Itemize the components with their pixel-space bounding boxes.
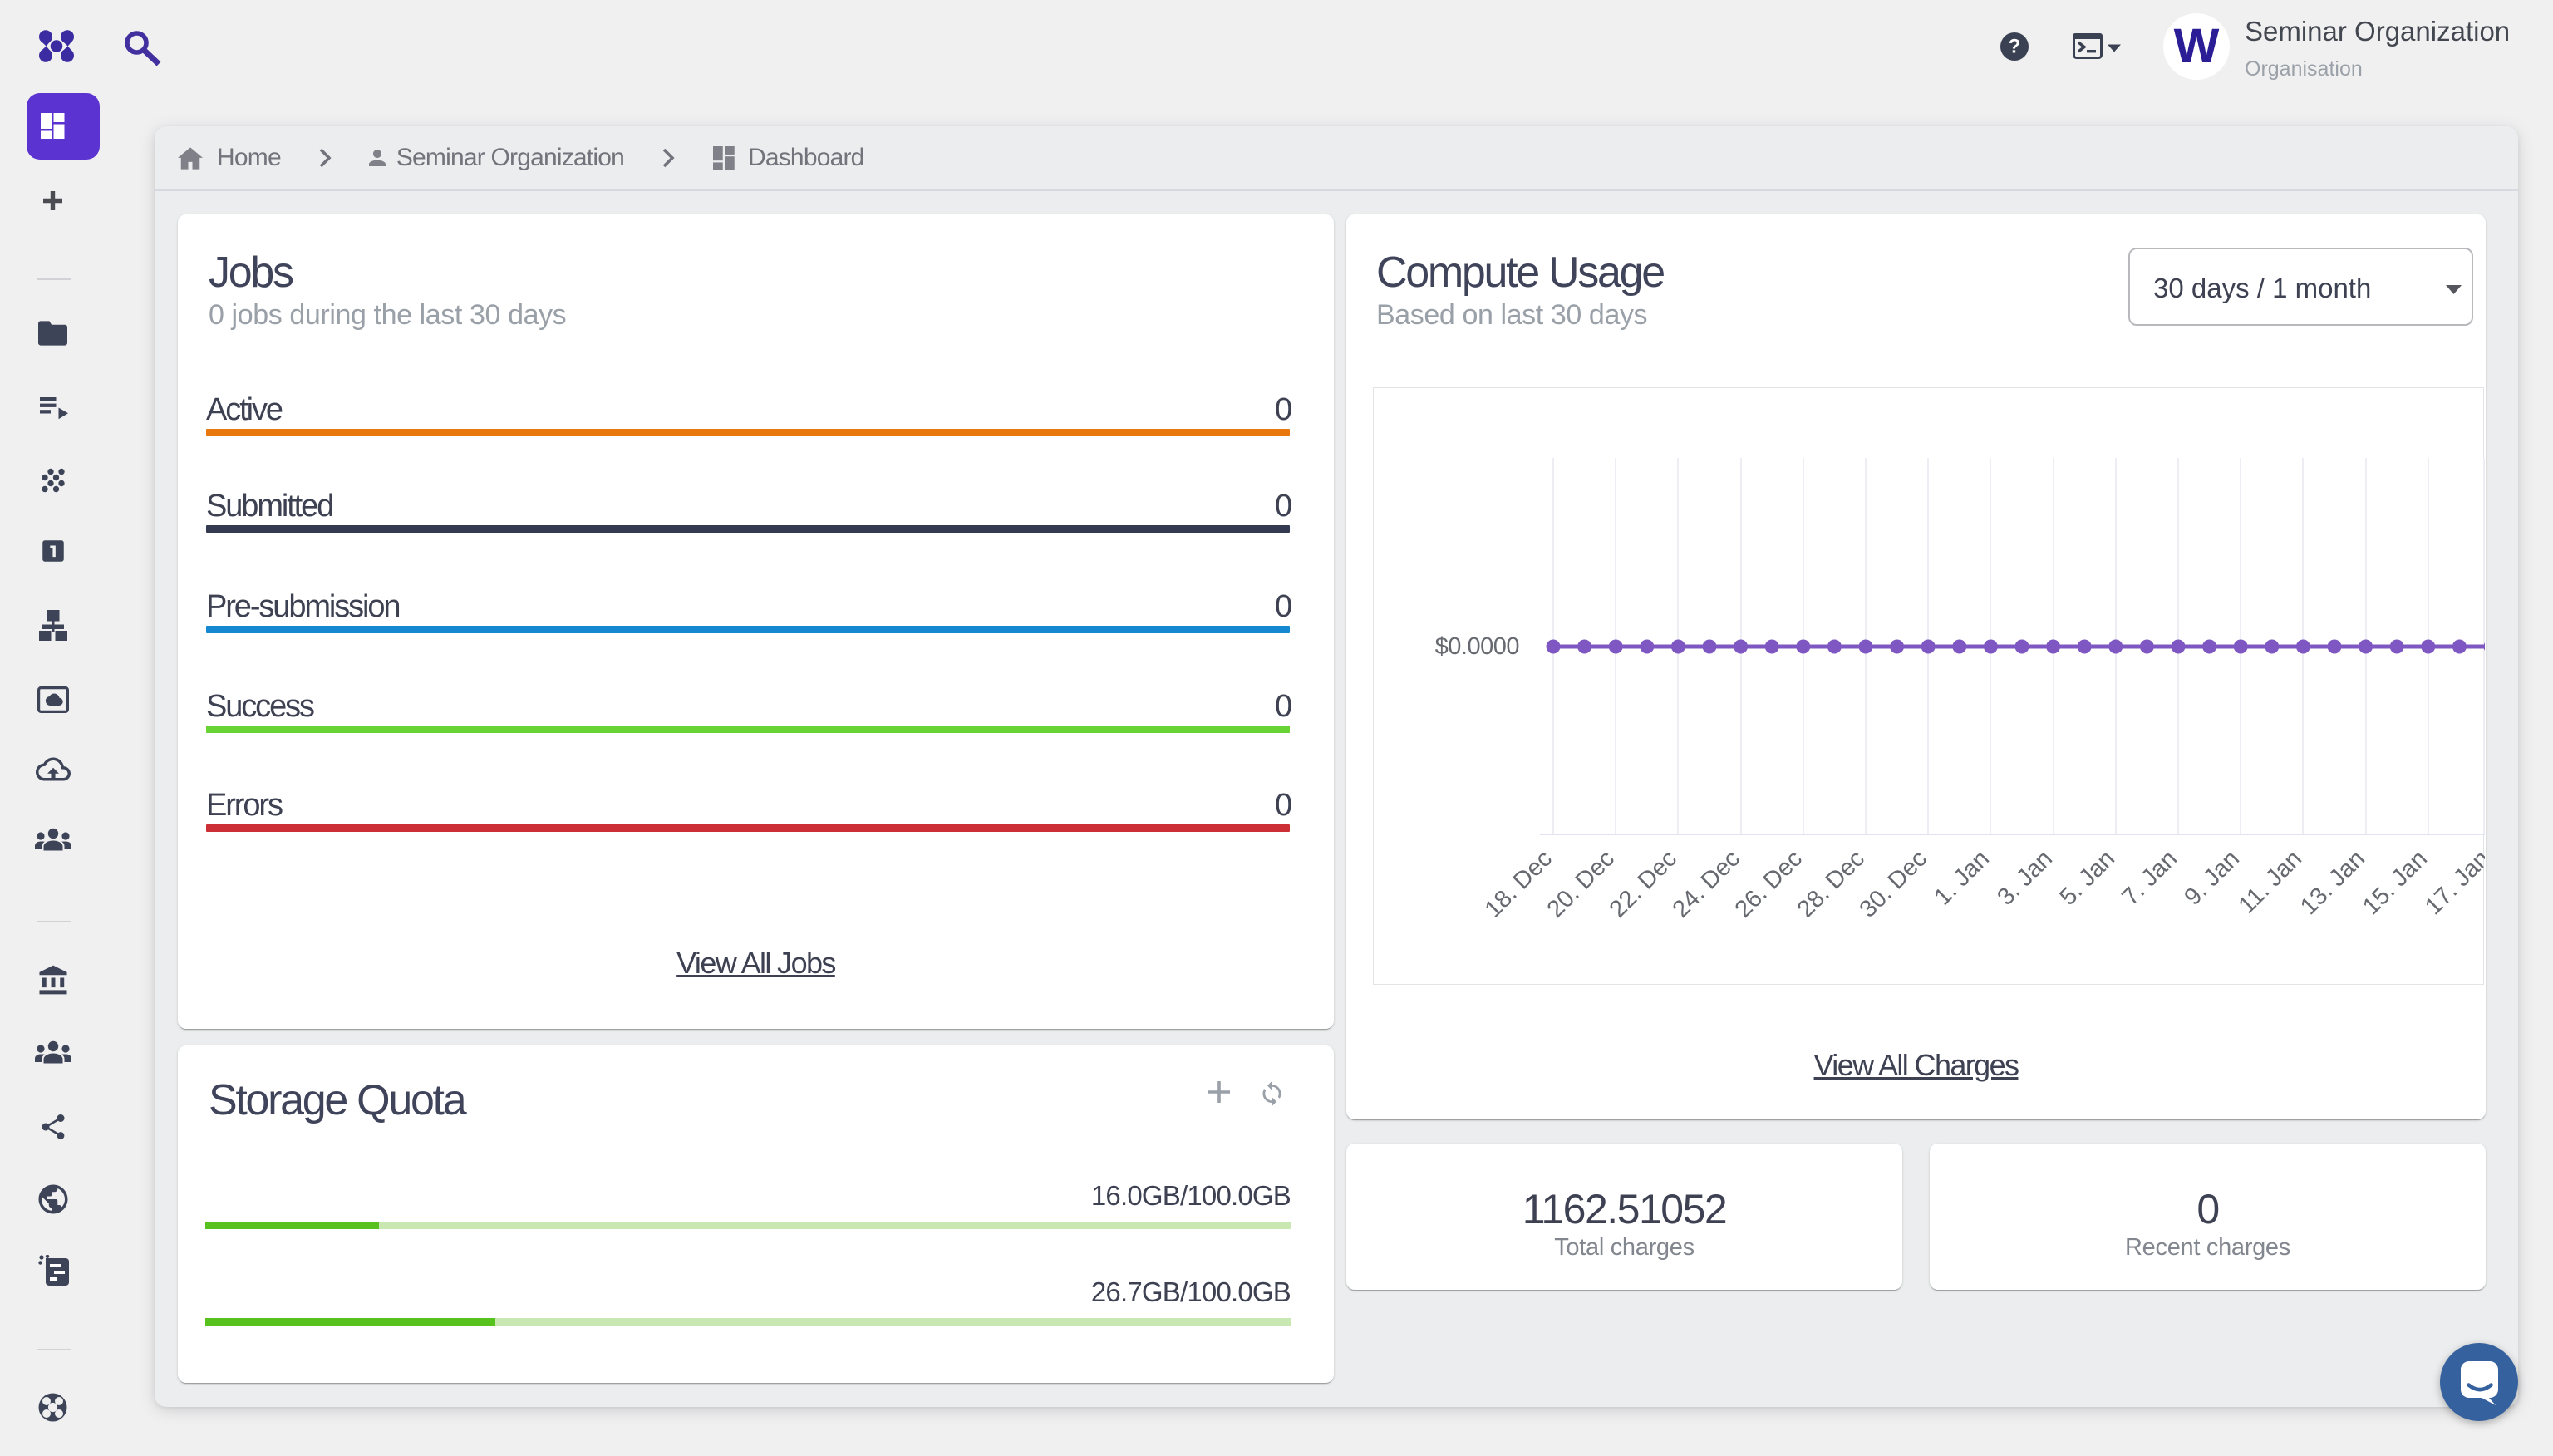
svg-text:?: ?	[2009, 36, 2021, 58]
svg-text:18. Dec: 18. Dec	[1480, 845, 1557, 922]
svg-text:3. Jan: 3. Jan	[1992, 845, 2057, 910]
svg-text:17. Jan: 17. Jan	[2420, 845, 2485, 920]
svg-text:5. Jan: 5. Jan	[2054, 845, 2119, 910]
svg-text:15. Jan: 15. Jan	[2358, 845, 2432, 920]
svg-text:30. Dec: 30. Dec	[1855, 845, 1932, 922]
svg-text:28. Dec: 28. Dec	[1793, 845, 1870, 922]
svg-text:11. Jan: 11. Jan	[2234, 845, 2307, 918]
svg-text:24. Dec: 24. Dec	[1668, 845, 1745, 922]
svg-text:22. Dec: 22. Dec	[1605, 845, 1682, 922]
svg-text:1. Jan: 1. Jan	[1929, 845, 1994, 910]
svg-text:26. Dec: 26. Dec	[1730, 845, 1808, 922]
svg-text:20. Dec: 20. Dec	[1542, 845, 1620, 922]
svg-text:7. Jan: 7. Jan	[2117, 845, 2182, 910]
svg-text:13. Jan: 13. Jan	[2295, 845, 2370, 920]
svg-text:$0.0000: $0.0000	[1435, 633, 1519, 660]
